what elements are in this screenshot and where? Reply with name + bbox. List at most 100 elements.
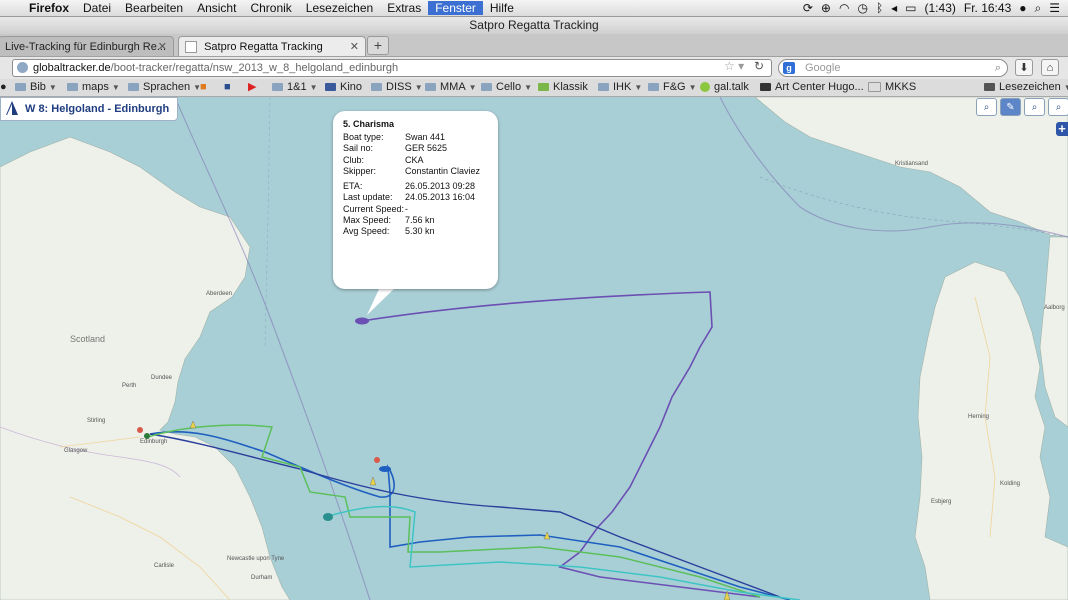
bookmark-diss[interactable]: DISS ▼ bbox=[371, 80, 423, 95]
site-icon bbox=[538, 83, 549, 92]
chevron-down-icon: ▼ bbox=[634, 83, 643, 92]
bookmark-bib[interactable]: Bib ▼ bbox=[15, 80, 57, 95]
bookmark-lesezeichen[interactable]: Lesezeichen ▼ bbox=[984, 80, 1068, 95]
place-dundee: Dundee bbox=[151, 375, 173, 381]
search-field[interactable]: g Google ⌕ bbox=[778, 59, 1008, 77]
eta-value: 26.05.2013 09:28 bbox=[405, 181, 476, 192]
bookmark-label: DISS bbox=[386, 81, 412, 93]
popup-title: 5. Charisma bbox=[343, 119, 395, 129]
menu-fenster[interactable]: Fenster bbox=[428, 1, 483, 15]
pan-tool-icon[interactable]: ✎ bbox=[1000, 98, 1021, 116]
bookmark-art-center[interactable]: Art Center Hugo... bbox=[760, 80, 864, 95]
boat-marker[interactable] bbox=[374, 457, 380, 463]
bookmark-mma[interactable]: MMA ▼ bbox=[425, 80, 477, 95]
spotlight-icon[interactable]: ⌕ bbox=[1035, 1, 1042, 16]
close-tab-icon[interactable]: ✕ bbox=[158, 37, 167, 56]
bookmark-label: 1&1 bbox=[287, 81, 307, 93]
blogger-bookmark-icon[interactable]: ■ bbox=[200, 80, 207, 95]
zoom-search-icon[interactable]: ⌕ bbox=[976, 98, 997, 116]
boat-marker[interactable] bbox=[379, 466, 391, 472]
google-icon[interactable]: g bbox=[783, 62, 795, 74]
skipper-value: Constantin Claviez bbox=[405, 165, 481, 176]
folder-icon bbox=[648, 83, 659, 92]
bookmark-ihk[interactable]: IHK ▼ bbox=[598, 80, 642, 95]
folder-icon bbox=[371, 83, 382, 92]
pocket-bookmark-icon[interactable]: ■ bbox=[224, 80, 231, 95]
bookmark-label: Art Center Hugo... bbox=[775, 81, 864, 93]
menu-ansicht[interactable]: Ansicht bbox=[190, 1, 243, 15]
bluetooth-icon[interactable]: ᛒ bbox=[876, 1, 883, 15]
place-edinburgh: Edinburgh bbox=[140, 439, 168, 445]
place-stirling: Stirling bbox=[87, 418, 106, 424]
bookmark-label: F&G bbox=[663, 81, 686, 93]
map-canvas[interactable] bbox=[0, 97, 1068, 600]
youtube-bookmark-icon[interactable]: ▶ bbox=[248, 80, 256, 95]
regatta-map[interactable]: Aberdeen Scotland Dundee Perth Stirling … bbox=[0, 97, 1068, 600]
bookmark-fg[interactable]: F&G ▼ bbox=[648, 80, 697, 95]
downloads-button[interactable]: ⬇ bbox=[1015, 59, 1033, 76]
reload-icon[interactable]: ↻ bbox=[754, 59, 764, 73]
menu-app-firefox[interactable]: Firefox bbox=[22, 1, 76, 15]
boat-marker[interactable] bbox=[323, 513, 333, 521]
search-icon[interactable]: ⌕ bbox=[995, 60, 1001, 76]
folder-icon bbox=[128, 83, 139, 92]
search-placeholder: Google bbox=[805, 62, 841, 74]
zoom-in-search-icon[interactable]: ⌕ bbox=[1024, 98, 1045, 116]
menu-datei[interactable]: Datei bbox=[76, 1, 118, 15]
bookmark-maps[interactable]: maps ▼ bbox=[67, 80, 120, 95]
wifi-icon[interactable]: ◠ bbox=[839, 1, 849, 15]
menu-extras[interactable]: Extras bbox=[380, 1, 428, 15]
avg-speed-value: 5.30 kn bbox=[405, 226, 435, 237]
bookmark-1und1[interactable]: 1&1 ▼ bbox=[272, 80, 318, 95]
bookmark-label: gal.talk bbox=[714, 81, 749, 93]
menu-chronik[interactable]: Chronik bbox=[243, 1, 298, 15]
bookmark-galtalk[interactable]: gal.talk bbox=[700, 80, 749, 95]
race-title-badge: W 8: Helgoland - Edinburgh bbox=[0, 97, 179, 121]
site-identity-icon[interactable] bbox=[17, 62, 28, 73]
bookmark-sprachen[interactable]: Sprachen ▼ bbox=[128, 80, 201, 95]
menu-extras-icon[interactable]: ☰ bbox=[1049, 1, 1060, 15]
boat-marker-charisma[interactable] bbox=[355, 317, 369, 325]
chevron-down-icon: ▼ bbox=[688, 83, 697, 92]
tab-live-tracking[interactable]: Live-Tracking für Edinburgh Re... ✕ bbox=[0, 36, 174, 56]
volume-icon[interactable]: ◂ bbox=[891, 1, 897, 15]
bookmark-label: maps bbox=[82, 81, 109, 93]
tab-satpro[interactable]: Satpro Regatta Tracking ✕ bbox=[178, 36, 366, 56]
new-tab-button[interactable]: + bbox=[367, 36, 389, 55]
boat-marker[interactable] bbox=[137, 427, 143, 433]
mac-menubar: Firefox Datei Bearbeiten Ansicht Chronik… bbox=[0, 0, 1068, 17]
close-tab-icon[interactable]: ✕ bbox=[350, 37, 359, 56]
bookmarks-menu-icon bbox=[984, 83, 995, 92]
sync-icon[interactable]: ⟳ bbox=[803, 1, 813, 15]
user-icon[interactable]: ● bbox=[1019, 1, 1026, 15]
bookmark-mkks[interactable]: MKKS bbox=[868, 80, 916, 95]
menu-hilfe[interactable]: Hilfe bbox=[483, 1, 521, 15]
bookmark-label: IHK bbox=[613, 81, 632, 93]
place-aalborg: Aalborg bbox=[1044, 305, 1065, 311]
zoom-out-search-icon[interactable]: ⌕ bbox=[1048, 98, 1068, 116]
bookmark-cello[interactable]: Cello ▼ bbox=[481, 80, 532, 95]
navigation-bar: globaltracker.de/boot-tracker/regatta/ns… bbox=[0, 57, 1068, 79]
race-title: W 8: Helgoland - Edinburgh bbox=[25, 103, 170, 115]
page-favicon-icon bbox=[185, 41, 197, 54]
sail-no-value: GER 5625 bbox=[405, 143, 448, 154]
bookmark-klassik[interactable]: Klassik bbox=[538, 80, 588, 95]
bookmark-kino[interactable]: Kino bbox=[325, 80, 362, 95]
upload-icon[interactable]: ⊕ bbox=[821, 1, 831, 15]
bookmark-star-icon[interactable]: ☆ ▾ bbox=[724, 59, 744, 73]
menu-lesezeichen[interactable]: Lesezeichen bbox=[299, 1, 380, 15]
clock[interactable]: Fr. 16:43 bbox=[964, 1, 1011, 15]
site-icon bbox=[325, 83, 336, 92]
time-machine-icon[interactable]: ◷ bbox=[857, 1, 867, 15]
battery-icon[interactable]: ▭ bbox=[905, 1, 916, 15]
chevron-down-icon: ▼ bbox=[111, 83, 120, 92]
bookmark-icon[interactable]: ● bbox=[0, 80, 7, 95]
layer-switcher-plus-icon[interactable]: + bbox=[1056, 122, 1068, 136]
url-bar[interactable]: globaltracker.de/boot-tracker/regatta/ns… bbox=[12, 59, 772, 77]
avg-speed-label: Avg Speed: bbox=[343, 226, 390, 237]
home-button[interactable]: ⌂ bbox=[1041, 59, 1059, 76]
chevron-down-icon: ▼ bbox=[1063, 83, 1068, 92]
folder-icon bbox=[67, 83, 78, 92]
menu-bearbeiten[interactable]: Bearbeiten bbox=[118, 1, 190, 15]
bookmark-label: Kino bbox=[340, 81, 363, 93]
